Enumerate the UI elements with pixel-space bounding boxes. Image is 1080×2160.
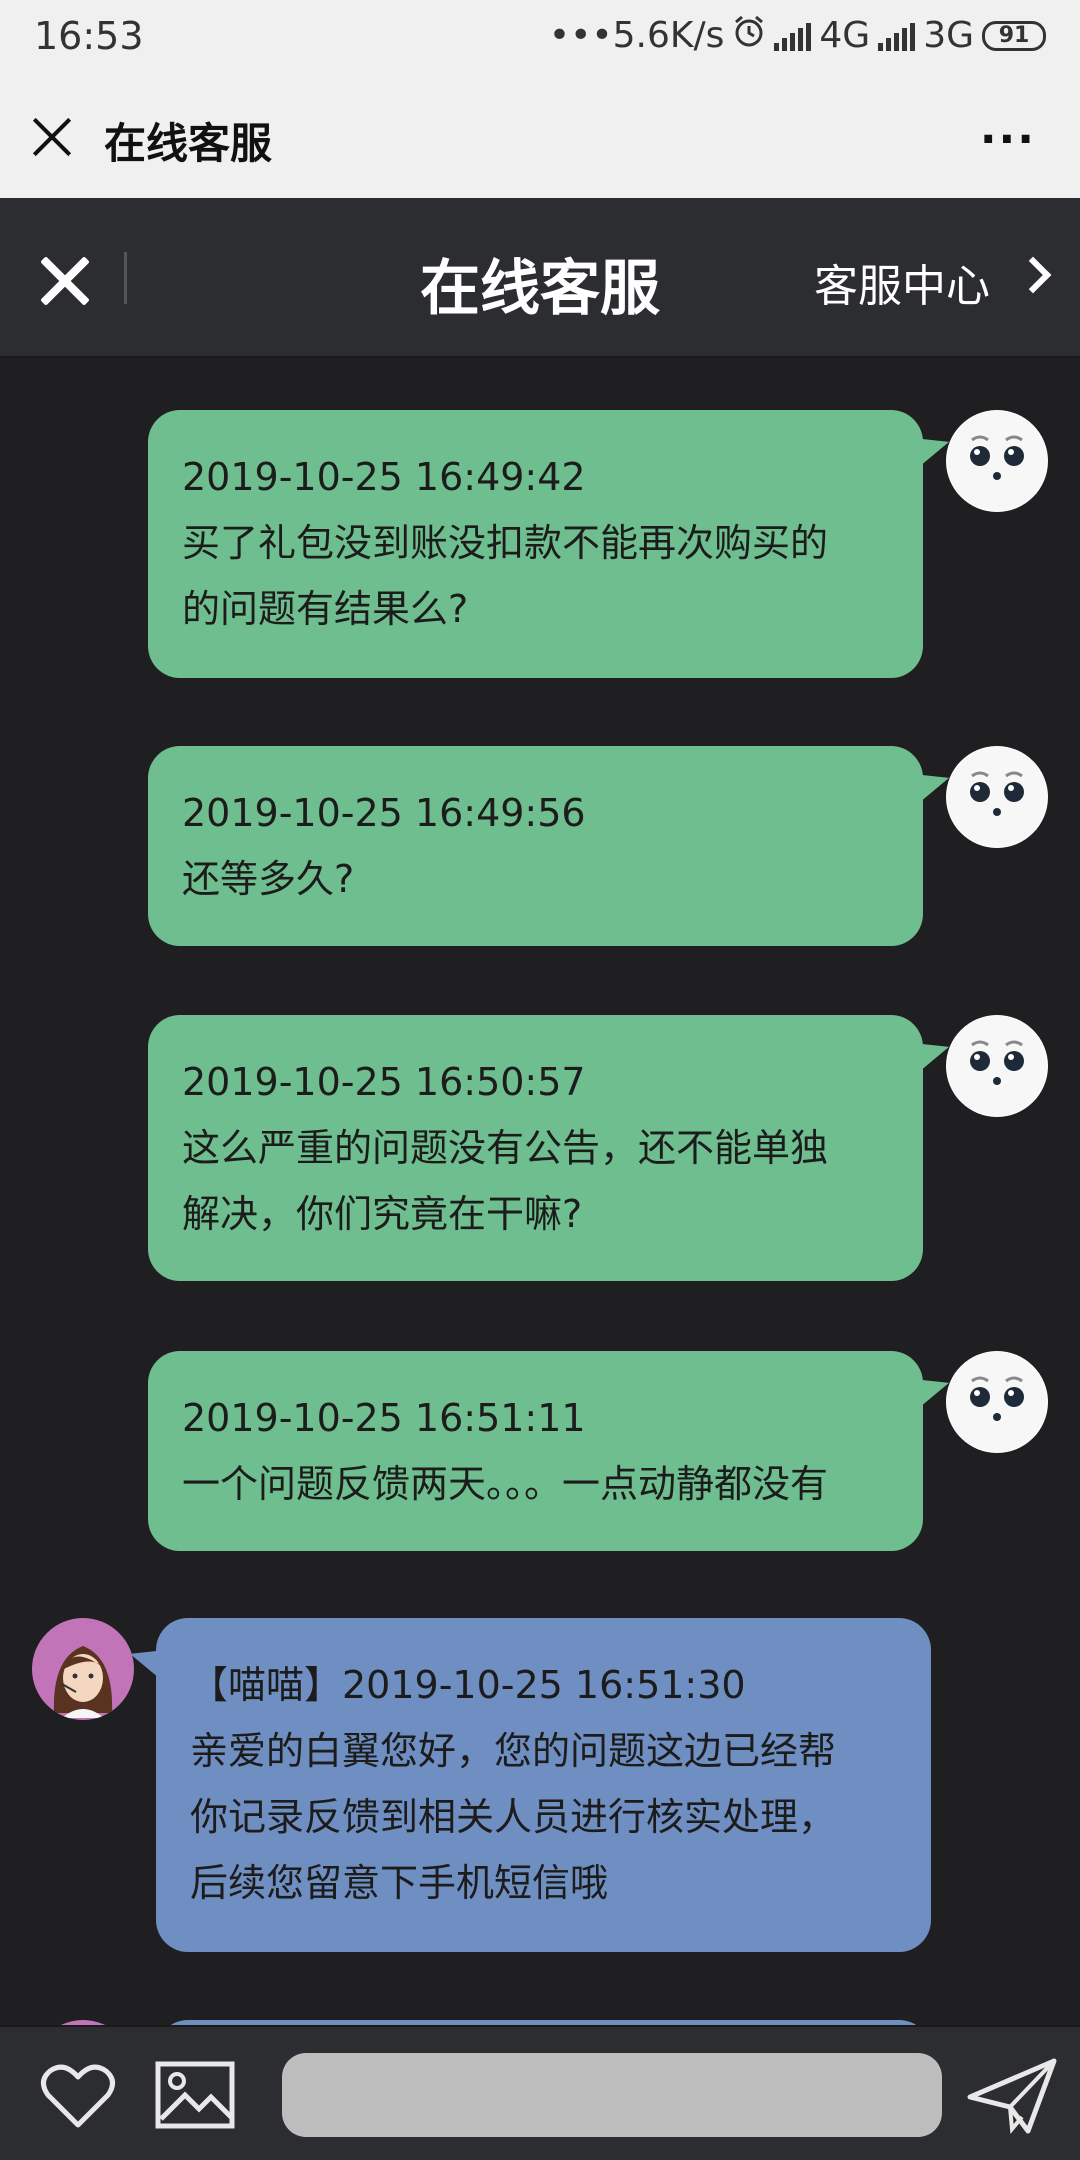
user-message-bubble: 2019-10-25 16:51:11 一个问题反馈两天。。。一点动静都没有 xyxy=(148,1351,923,1551)
user-avatar[interactable] xyxy=(946,1351,1048,1453)
more-menu-button[interactable]: ··· xyxy=(980,114,1036,165)
message-text-line: 还等多久? xyxy=(182,857,355,901)
webview-title: 在线客服 xyxy=(104,119,273,168)
network-type-1: 4G xyxy=(819,15,871,56)
net-speed: •••5.6K/s xyxy=(548,15,725,56)
status-bar: 16:53 •••5.6K/s 4G 3G 91 xyxy=(0,0,1080,78)
signal-icon xyxy=(774,21,812,51)
message-text-line: 亲爱的白翼您好，您的问题这边已经帮 xyxy=(190,1729,837,1773)
message-text-line: 一个问题反馈两天。。。一点动静都没有 xyxy=(182,1462,829,1506)
user-avatar[interactable] xyxy=(946,1015,1048,1117)
status-time: 16:53 xyxy=(34,14,144,58)
message-timestamp: 2019-10-25 16:49:42 xyxy=(182,455,586,499)
heart-icon[interactable] xyxy=(40,2061,116,2131)
user-message-bubble: 2019-10-25 16:49:56 还等多久? xyxy=(148,746,923,946)
message-text-line: 这么严重的问题没有公告，还不能单独 xyxy=(182,1126,829,1170)
webview-toolbar: 在线客服 ··· xyxy=(0,78,1080,198)
user-message-bubble: 2019-10-25 16:50:57 这么严重的问题没有公告，还不能单独 解决… xyxy=(148,1015,923,1281)
app-header: 在线客服 客服中心 xyxy=(0,198,1080,358)
message-input[interactable] xyxy=(282,2053,942,2137)
image-icon[interactable] xyxy=(155,2061,235,2129)
message-timestamp: 【喵喵】2019-10-25 16:51:30 xyxy=(190,1663,746,1707)
user-avatar[interactable] xyxy=(946,410,1048,512)
message-timestamp: 2019-10-25 16:50:57 xyxy=(182,1060,586,1104)
message-text-line: 你记录反馈到相关人员进行核实处理， xyxy=(190,1795,837,1839)
battery-icon: 91 xyxy=(982,20,1046,51)
message-text-line: 的问题有结果么? xyxy=(182,587,469,631)
signal-icon-2 xyxy=(878,21,916,51)
service-center-link[interactable]: 客服中心 xyxy=(814,250,990,314)
chat-list[interactable]: 2019-10-25 16:49:42 买了礼包没到账没扣款不能再次购买的 的问… xyxy=(0,360,1080,2025)
agent-avatar[interactable] xyxy=(32,1618,134,1720)
agent-message-bubble: 【喵喵】2019-10-25 16:51:30 亲爱的白翼您好，您的问题这边已经… xyxy=(156,1618,931,1952)
user-message-bubble: 2019-10-25 16:49:42 买了礼包没到账没扣款不能再次购买的 的问… xyxy=(148,410,923,678)
send-icon[interactable] xyxy=(966,2057,1058,2135)
message-timestamp: 2019-10-25 16:51:11 xyxy=(182,1396,586,1440)
battery-level: 91 xyxy=(998,23,1030,48)
network-type-2: 3G xyxy=(923,15,974,56)
message-timestamp: 2019-10-25 16:49:56 xyxy=(182,791,586,835)
close-icon[interactable] xyxy=(30,114,74,158)
alarm-icon xyxy=(732,14,766,57)
user-avatar[interactable] xyxy=(946,746,1048,848)
status-icons: •••5.6K/s 4G 3G 91 xyxy=(549,14,1046,57)
message-text-line: 解决，你们究竟在干嘛? xyxy=(182,1192,583,1236)
message-text-line: 买了礼包没到账没扣款不能再次购买的 xyxy=(182,521,829,565)
input-bar xyxy=(0,2025,1080,2160)
message-text-line: 后续您留意下手机短信哦 xyxy=(190,1861,609,1905)
